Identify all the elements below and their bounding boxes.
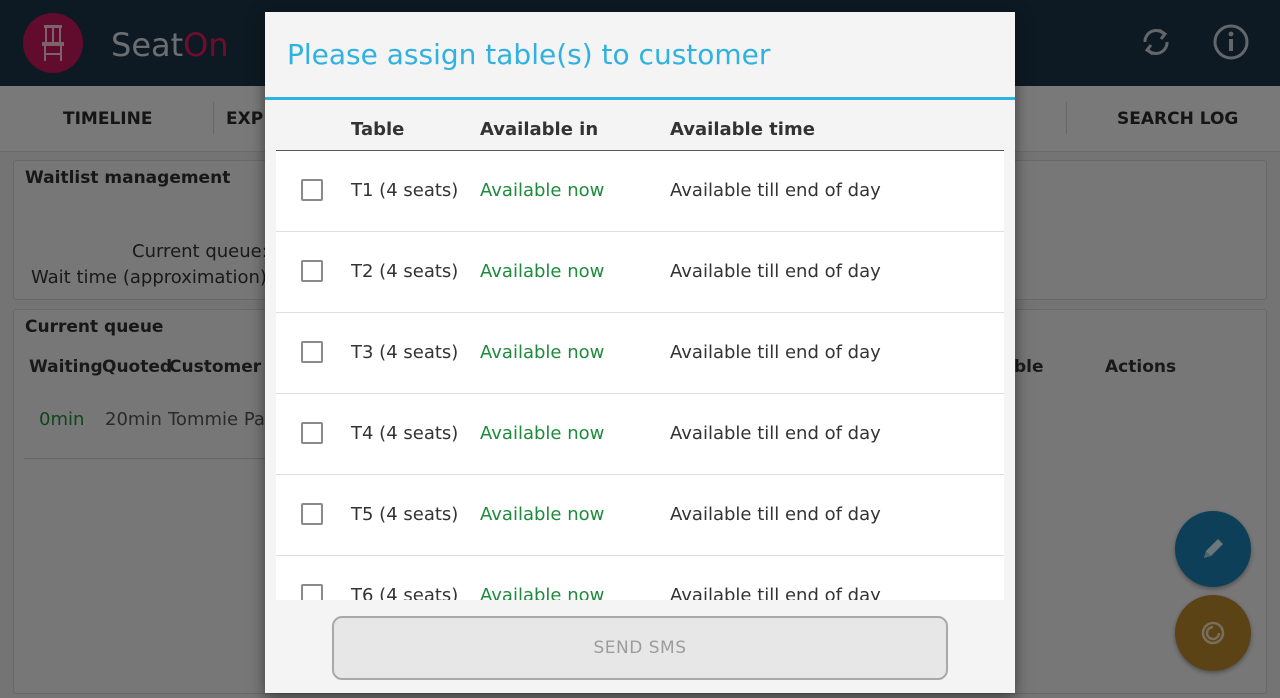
available-time: Available till end of day bbox=[670, 261, 881, 282]
available-time: Available till end of day bbox=[670, 423, 881, 444]
table-row[interactable]: T6 (4 seats) Available now Available til… bbox=[276, 556, 1004, 600]
available-time: Available till end of day bbox=[670, 180, 881, 201]
available-time: Available till end of day bbox=[670, 585, 881, 600]
dialog-title: Please assign table(s) to customer bbox=[287, 38, 771, 71]
table-name: T3 (4 seats) bbox=[351, 342, 459, 363]
available-in: Available now bbox=[480, 342, 605, 363]
table-row[interactable]: T1 (4 seats) Available now Available til… bbox=[276, 151, 1004, 232]
header-table: Table bbox=[351, 119, 405, 140]
available-in: Available now bbox=[480, 261, 605, 282]
available-in: Available now bbox=[480, 423, 605, 444]
available-in: Available now bbox=[480, 180, 605, 201]
table-name: T5 (4 seats) bbox=[351, 504, 459, 525]
table-header-row: Table Available in Available time bbox=[276, 100, 1004, 151]
table-name: T4 (4 seats) bbox=[351, 423, 459, 444]
table-checkbox[interactable] bbox=[301, 422, 323, 444]
table-checkbox[interactable] bbox=[301, 341, 323, 363]
table-row[interactable]: T3 (4 seats) Available now Available til… bbox=[276, 313, 1004, 394]
tables-list[interactable]: Table Available in Available time T1 (4 … bbox=[276, 100, 1004, 600]
table-row[interactable]: T5 (4 seats) Available now Available til… bbox=[276, 475, 1004, 556]
table-name: T1 (4 seats) bbox=[351, 180, 459, 201]
header-available-in: Available in bbox=[480, 119, 599, 140]
table-row[interactable]: T4 (4 seats) Available now Available til… bbox=[276, 394, 1004, 475]
table-name: T2 (4 seats) bbox=[351, 261, 459, 282]
available-in: Available now bbox=[480, 504, 605, 525]
table-name: T6 (4 seats) bbox=[351, 585, 459, 600]
table-checkbox[interactable] bbox=[301, 584, 323, 600]
send-sms-button[interactable]: SEND SMS bbox=[332, 616, 948, 680]
available-in: Available now bbox=[480, 585, 605, 600]
table-checkbox[interactable] bbox=[301, 179, 323, 201]
table-checkbox[interactable] bbox=[301, 260, 323, 282]
table-row[interactable]: T2 (4 seats) Available now Available til… bbox=[276, 232, 1004, 313]
available-time: Available till end of day bbox=[670, 504, 881, 525]
table-checkbox[interactable] bbox=[301, 503, 323, 525]
assign-table-dialog: Please assign table(s) to customer Table… bbox=[265, 12, 1015, 693]
available-time: Available till end of day bbox=[670, 342, 881, 363]
header-available-time: Available time bbox=[670, 119, 815, 140]
